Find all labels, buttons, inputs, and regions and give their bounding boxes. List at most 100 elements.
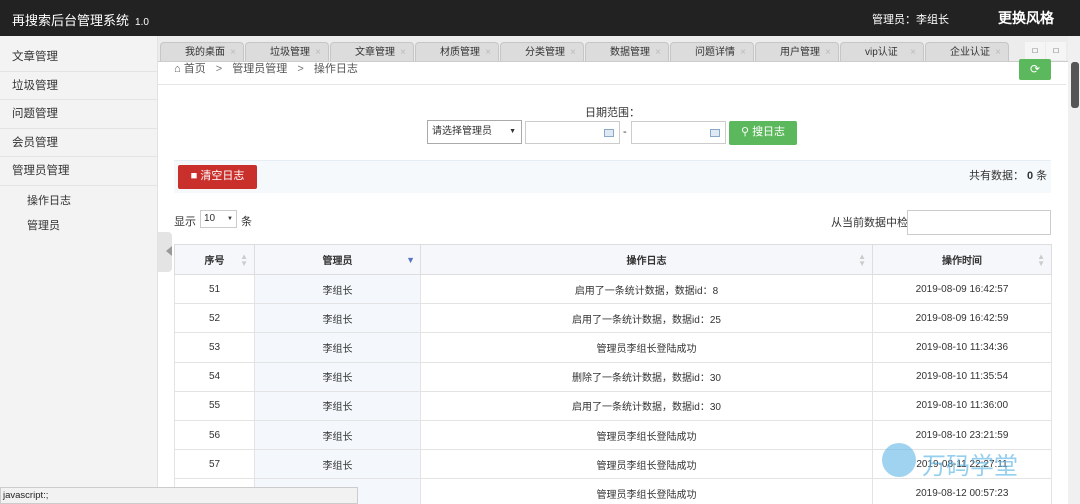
cell-id: 54 (174, 361, 255, 392)
search-log-button[interactable]: ⚲ 搜日志 (729, 121, 797, 145)
tab-close-icon[interactable]: × (485, 43, 491, 61)
table-toolbar (174, 160, 1051, 193)
sort-desc-icon: ▼ (406, 255, 415, 265)
cell-admin: 李组长 (254, 303, 421, 334)
start-date-input[interactable] (525, 121, 620, 144)
tab-close-icon[interactable]: × (825, 43, 831, 61)
tab-articles[interactable]: 文章管理 × (330, 42, 414, 61)
page-length-select[interactable]: 10 (200, 210, 237, 228)
total-suffix: 条 (1036, 170, 1048, 182)
sort-icon: ▲ ▼ (240, 252, 248, 268)
admin-user-label: 管理员：李组长 (872, 14, 949, 26)
tab-close-icon[interactable]: × (230, 43, 236, 61)
column-header-label: 操作日志 (626, 256, 667, 267)
breadcrumb: ⌂ 首页 > 管理员管理 > 操作日志 (174, 63, 358, 76)
tab-vip-cert[interactable]: vip认证 × (840, 42, 924, 61)
page-length-label: 显示 (174, 216, 196, 228)
tab-menu-icon[interactable]: □ (1046, 42, 1066, 60)
column-header-log[interactable]: 操作日志 ▲ ▼ (420, 244, 873, 275)
breadcrumb-home[interactable]: 首页 (184, 63, 206, 75)
column-header-time[interactable]: 操作时间 ▲ ▼ (872, 244, 1052, 275)
switch-style-button[interactable]: 更换风格 (998, 8, 1054, 28)
top-bar: 再搜索后台管理系统 1.0 管理员：李组长 更换风格 (0, 0, 1080, 36)
tab-company-cert[interactable]: 企业认证 × (925, 42, 1009, 61)
cell-log: 管理员李组长登陆成功 (420, 449, 873, 480)
watermark-text: 万码学堂 (922, 453, 1018, 480)
cell-id: 56 (174, 419, 255, 451)
tab-close-icon[interactable]: × (400, 43, 406, 61)
cell-time: 2019-08-12 00:57:23 (872, 478, 1052, 504)
end-date-input[interactable] (631, 121, 726, 144)
sidebar-item-questions[interactable]: 问题管理 (0, 100, 157, 129)
cell-admin: 李组长 (254, 361, 421, 392)
cell-log: 管理员李组长登陆成功 (420, 419, 873, 451)
cell-time: 2019-08-09 16:42:59 (872, 303, 1052, 334)
search-icon: ⚲ (740, 126, 749, 138)
filter-input[interactable] (907, 210, 1051, 235)
table-row: 54 李组长 删除了一条统计数据，数据id：30 2019-08-10 11:35:5… (174, 361, 1052, 392)
app-title: 再搜索后台管理系统 1.0 (12, 10, 149, 29)
app-version: 1.0 (135, 17, 149, 28)
tab-question-detail[interactable]: 问题详情 × (670, 42, 754, 61)
table-row: 52 李组长 启用了一条统计数据，数据id：25 2019-08-09 16:42:5… (174, 303, 1052, 334)
tab-data[interactable]: 数据管理 × (585, 42, 669, 61)
tab-desktop[interactable]: 我的桌面 × (160, 42, 244, 61)
page-scrollbar-thumb[interactable] (1071, 62, 1079, 108)
sidebar-subitem-admin-list[interactable]: 管理员 (0, 214, 157, 239)
cell-admin: 李组长 (254, 390, 421, 421)
date-range-dash: - (623, 126, 627, 138)
cell-id: 52 (174, 303, 255, 334)
cell-log: 管理员李组长登陆成功 (420, 478, 873, 504)
cell-log: 删除了一条统计数据，数据id：30 (420, 361, 873, 392)
refresh-button[interactable]: ⟳ (1019, 59, 1051, 80)
tab-close-icon[interactable]: × (655, 43, 661, 61)
calendar-icon[interactable] (710, 129, 720, 137)
cell-admin: 李组长 (254, 332, 421, 363)
column-header-label: 序号 (204, 256, 225, 267)
sort-icon: ▲ ▼ (1037, 252, 1045, 268)
total-value: 0 (1027, 170, 1034, 182)
clear-log-button[interactable]: ■ 清空日志 (178, 165, 257, 189)
sidebar-item-admins[interactable]: 管理员管理 (0, 157, 157, 186)
cell-id: 51 (174, 273, 255, 305)
admin-select[interactable]: 请选择管理员 (427, 120, 522, 144)
tab-users[interactable]: 用户管理 × (755, 42, 839, 61)
cell-time: 2019-08-09 16:42:57 (872, 273, 1052, 305)
calendar-icon[interactable] (604, 129, 614, 137)
table-row: 55 李组长 启用了一条统计数据，数据id：30 2019-08-10 11:36:0… (174, 390, 1052, 421)
sidebar: 文章管理 垃圾管理 问题管理 会员管理 管理员管理 操作日志 管理员 (0, 36, 158, 504)
column-header-admin[interactable]: 管理员 ▼ (254, 244, 421, 275)
cell-log: 启用了一条统计数据，数据id：8 (420, 273, 873, 305)
tab-close-icon[interactable]: × (740, 43, 746, 61)
tab-label: 垃圾管理 (270, 47, 310, 58)
cell-id: 57 (174, 449, 255, 480)
breadcrumb-current: 操作日志 (313, 63, 358, 75)
total-count: 共有数据： 0 条 (969, 167, 1047, 183)
tab-menu-icon[interactable]: □ (1025, 42, 1045, 60)
tab-label: 分类管理 (525, 47, 565, 58)
tab-close-icon[interactable]: × (570, 43, 576, 61)
tab-label: 我的桌面 (185, 47, 225, 58)
sidebar-item-articles[interactable]: 文章管理 (0, 43, 157, 72)
tab-bar: 我的桌面 × 垃圾管理 × 文章管理 × 材质管理 × 分类管理 × 数据管理 × 问题详情… (158, 36, 1080, 62)
sidebar-item-garbage[interactable]: 垃圾管理 (0, 72, 157, 100)
home-icon: ⌂ (174, 63, 181, 75)
column-header-id[interactable]: 序号 ▲ ▼ (174, 244, 255, 275)
status-bar-url: javascript:; (0, 487, 358, 504)
tab-materials[interactable]: 材质管理 × (415, 42, 499, 61)
cell-id: 53 (174, 332, 255, 363)
tab-categories[interactable]: 分类管理 × (500, 42, 584, 61)
cell-log: 启用了一条统计数据，数据id：25 (420, 303, 873, 334)
tab-close-icon[interactable]: × (315, 43, 321, 61)
sidebar-item-members[interactable]: 会员管理 (0, 129, 157, 157)
sidebar-subitem-operation-log[interactable]: 操作日志 (0, 189, 157, 214)
tab-close-icon[interactable]: × (995, 43, 1001, 61)
header-divider (158, 84, 1066, 85)
breadcrumb-level1[interactable]: 管理员管理 (232, 63, 287, 75)
tab-garbage[interactable]: 垃圾管理 × (245, 42, 329, 61)
watermark-logo-icon (882, 443, 916, 477)
sidebar-collapse-toggle[interactable] (158, 232, 172, 272)
log-table: 序号 ▲ ▼ 管理员 ▼ 操作日志 ▲ ▼ 操作时间 ▲ ▼ 51 李组长 启用了一条统计数据，数… (174, 244, 1052, 504)
cell-id: 55 (174, 390, 255, 421)
tab-close-icon[interactable]: × (910, 43, 916, 61)
